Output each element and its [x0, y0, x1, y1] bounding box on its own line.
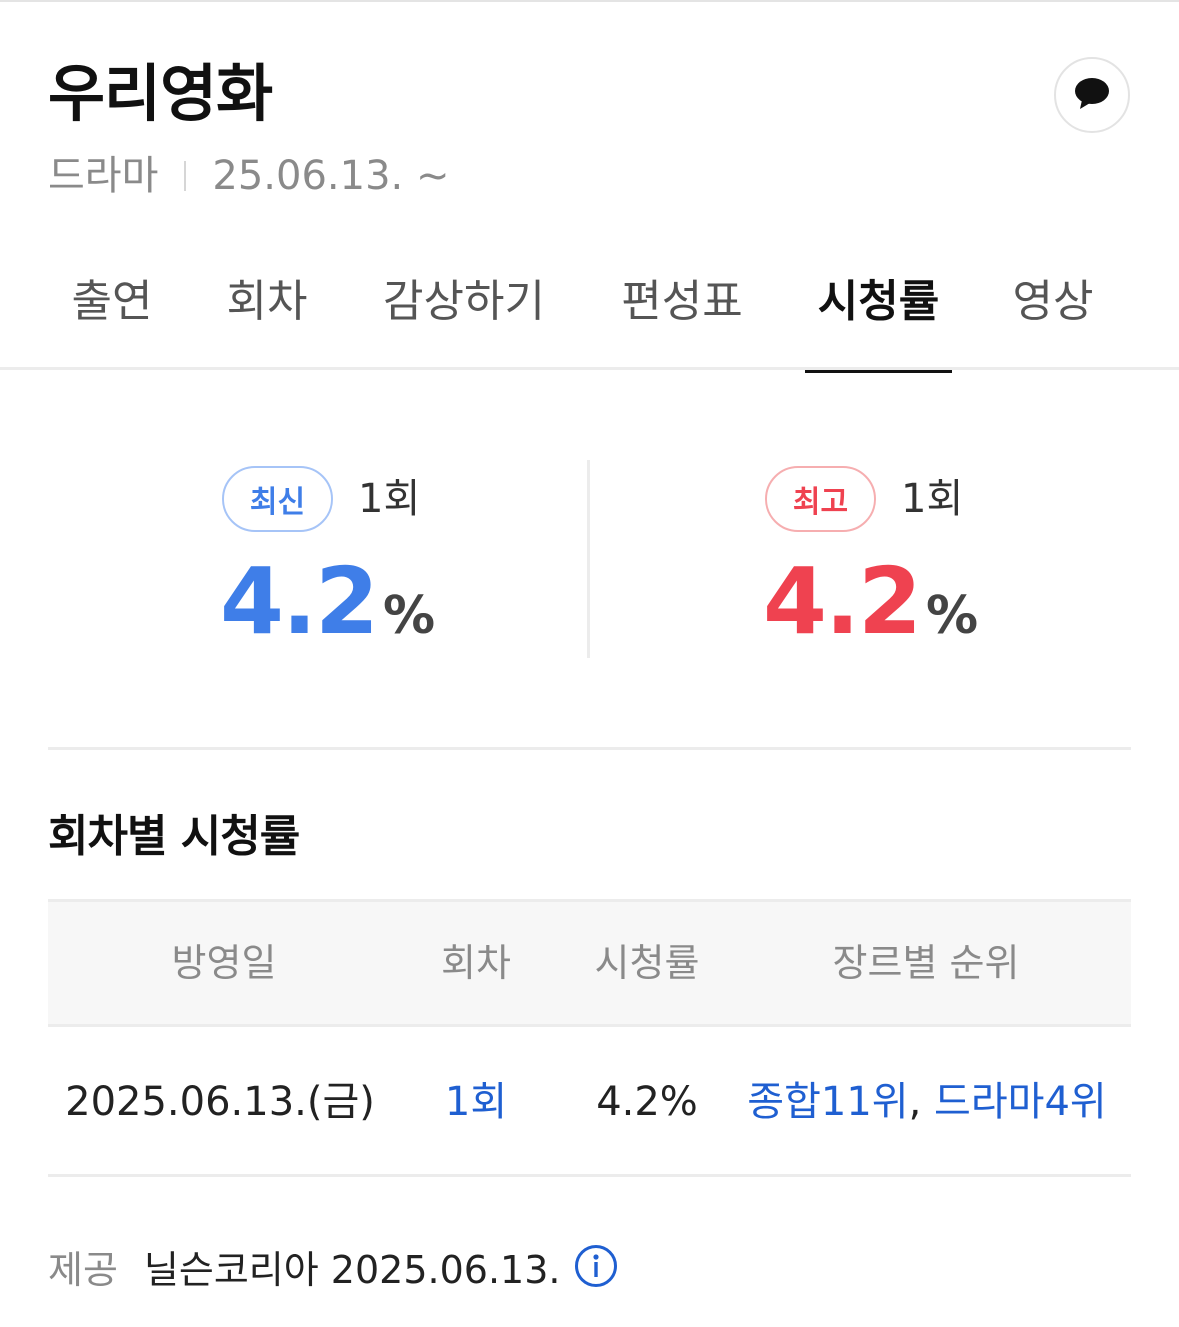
latest-rating-unit: % [382, 586, 436, 646]
provider-text: 닐슨코리아 2025.06.13. [143, 1247, 561, 1292]
speech-bubble-icon [1072, 73, 1112, 117]
latest-badge: 최신 [222, 466, 333, 532]
tab-watch[interactable]: 감상하기 [380, 262, 548, 370]
tab-ratings[interactable]: 시청률 [805, 262, 952, 373]
column-header-date: 방영일 [171, 941, 277, 985]
cell-date: 2025.06.13.(금) [65, 1079, 375, 1125]
tab-videos[interactable]: 영상 [1010, 262, 1096, 370]
cell-rating: 4.2% [596, 1079, 698, 1125]
meta-divider [184, 161, 187, 191]
section-divider [48, 747, 1131, 750]
cell-episode-link[interactable]: 1회 [416, 1027, 536, 1177]
latest-rating-value: 4.2% [220, 552, 435, 666]
section-title: 회차별 시청률 [48, 811, 300, 862]
column-header-rating: 시청률 [594, 941, 700, 985]
rank-separator: , [908, 1079, 922, 1125]
page-title: 우리영화 [48, 57, 273, 130]
table-header: 방영일 회차 시청률 장르별 순위 [48, 899, 1131, 1027]
info-circle-icon[interactable] [574, 1244, 618, 1288]
tab-episodes[interactable]: 회차 [224, 262, 310, 370]
tab-schedule[interactable]: 편성표 [618, 262, 746, 370]
highest-rating-value: 4.2% [763, 552, 978, 666]
latest-rating-number: 4.2 [220, 548, 379, 655]
column-header-genre-rank: 장르별 순위 [832, 941, 1020, 985]
column-header-episode: 회차 [441, 941, 511, 985]
tab-cast[interactable]: 출연 [70, 262, 154, 370]
cell-genre-rank: 종합11위, 드라마4위 [742, 1027, 1112, 1177]
data-provider: 제공 닐슨코리아 2025.06.13. [48, 1238, 618, 1294]
highest-episode: 1회 [901, 476, 964, 522]
table-row: 2025.06.13.(금) 1회 4.2% 종합11위, 드라마4위 [48, 1027, 1131, 1177]
rank-genre-link[interactable]: 드라마4위 [934, 1079, 1107, 1125]
highest-badge: 최고 [765, 466, 876, 532]
provider-label: 제공 [48, 1247, 118, 1292]
rank-overall-link[interactable]: 종합11위 [747, 1079, 908, 1125]
latest-rating-card: 최신 1회 4.2% [220, 466, 522, 656]
program-meta: 드라마 25.06.13. ~ [48, 150, 449, 202]
broadcast-date: 25.06.13. ~ [212, 153, 450, 199]
tab-bar: 출연 회차 감상하기 편성표 시청률 영상 [0, 262, 1179, 373]
highest-rating-card: 최고 1회 4.2% [763, 466, 1065, 656]
highest-rating-number: 4.2 [763, 548, 922, 655]
talk-button[interactable] [1054, 57, 1130, 133]
latest-episode: 1회 [358, 476, 421, 522]
highest-rating-unit: % [925, 586, 979, 646]
summary-divider [587, 460, 590, 658]
genre-label: 드라마 [48, 153, 159, 199]
top-border [0, 0, 1179, 2]
